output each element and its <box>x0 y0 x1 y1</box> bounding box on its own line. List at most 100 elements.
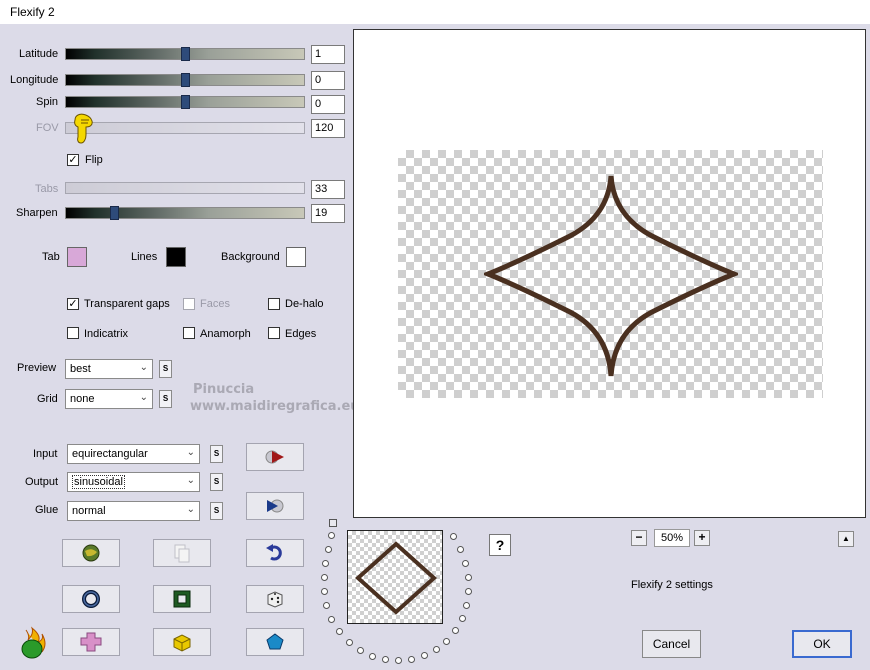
navigator-handle[interactable] <box>329 519 337 527</box>
navigator-dot[interactable] <box>465 574 472 581</box>
settings-label: Flexify 2 settings <box>631 579 713 591</box>
grid-label: Grid <box>37 393 58 405</box>
cross-button[interactable] <box>62 628 120 656</box>
navigator-dot[interactable] <box>463 602 470 609</box>
navigator-dot[interactable] <box>459 615 466 622</box>
spin-slider-thumb[interactable] <box>181 95 190 109</box>
edges-label: Edges <box>285 328 317 340</box>
grid-select[interactable]: none ⌄ <box>65 389 153 409</box>
scroll-up-button[interactable]: ▲ <box>838 531 854 547</box>
chevron-down-icon: ⌄ <box>186 504 195 515</box>
dice-button[interactable] <box>246 585 304 613</box>
navigator-dot[interactable] <box>328 532 335 539</box>
tab-color-swatch[interactable] <box>67 247 87 267</box>
convert-output-button[interactable] <box>246 492 304 520</box>
navigator-dot[interactable] <box>452 627 459 634</box>
help-button[interactable]: ? <box>489 534 511 556</box>
navigator-dot[interactable] <box>325 546 332 553</box>
pentagon-button[interactable] <box>246 628 304 656</box>
de-halo-checkbox[interactable] <box>268 298 280 310</box>
play-disc-icon <box>267 499 284 513</box>
navigator-dot[interactable] <box>465 588 472 595</box>
longitude-slider[interactable] <box>65 73 305 87</box>
watermark-name: Pinuccia <box>193 382 255 397</box>
frame-button[interactable] <box>153 585 211 613</box>
longitude-input[interactable]: 0 <box>311 71 345 90</box>
latitude-input[interactable]: 1 <box>311 45 345 64</box>
arrow-right-icon <box>265 450 284 464</box>
spin-input[interactable]: 0 <box>311 95 345 114</box>
lines-color-swatch[interactable] <box>166 247 186 267</box>
edges-checkbox[interactable] <box>268 327 280 339</box>
tabs-slider[interactable] <box>65 182 305 194</box>
fov-slider[interactable] <box>65 122 305 134</box>
sharpen-label: Sharpen <box>16 207 58 219</box>
output-s-button[interactable]: S <box>210 473 223 491</box>
cancel-button[interactable]: Cancel <box>642 630 701 658</box>
sharpen-input[interactable]: 19 <box>311 204 345 223</box>
navigator-dot[interactable] <box>382 656 389 663</box>
navigator-dot[interactable] <box>421 652 428 659</box>
longitude-slider-thumb[interactable] <box>181 73 190 87</box>
anamorph-checkbox[interactable] <box>183 327 195 339</box>
navigator-dot[interactable] <box>443 638 450 645</box>
output-select-value: sinusoidal <box>72 475 125 489</box>
zoom-in-button[interactable]: + <box>694 530 710 546</box>
fov-input[interactable]: 120 <box>311 119 345 138</box>
globe-button[interactable] <box>62 539 120 567</box>
navigator-dot[interactable] <box>336 628 343 635</box>
sharpen-slider[interactable] <box>65 206 305 220</box>
navigator-dot[interactable] <box>408 656 415 663</box>
copy-button[interactable] <box>153 539 211 567</box>
latitude-slider[interactable] <box>65 47 305 61</box>
navigator-dot[interactable] <box>433 646 440 653</box>
navigator-dot[interactable] <box>357 647 364 654</box>
navigator-dot[interactable] <box>321 574 328 581</box>
longitude-label: Longitude <box>10 74 59 86</box>
undo-button[interactable] <box>246 539 304 567</box>
tabs-label: Tabs <box>35 183 59 195</box>
navigator-dot[interactable] <box>323 602 330 609</box>
flaming-pear-logo-icon <box>21 626 46 659</box>
navigator-dot[interactable] <box>321 588 328 595</box>
tabs-input[interactable]: 33 <box>311 180 345 199</box>
navigator-dot[interactable] <box>395 657 402 664</box>
spin-slider[interactable] <box>65 95 305 109</box>
sharpen-slider-thumb[interactable] <box>110 206 119 220</box>
faces-checkbox[interactable] <box>183 298 195 310</box>
ring-button[interactable] <box>62 585 120 613</box>
glue-select[interactable]: normal ⌄ <box>67 501 200 521</box>
navigator-dot[interactable] <box>457 546 464 553</box>
navigator-dot[interactable] <box>322 560 329 567</box>
navigator-dot[interactable] <box>328 616 335 623</box>
navigator-dot[interactable] <box>346 639 353 646</box>
box-button[interactable] <box>153 628 211 656</box>
preview-canvas[interactable] <box>353 29 866 518</box>
preview-label: Preview <box>17 362 57 374</box>
preview-select[interactable]: best ⌄ <box>65 359 153 379</box>
thumbnail-preview[interactable] <box>347 530 443 624</box>
navigator-dot[interactable] <box>450 533 457 540</box>
input-select[interactable]: equirectangular ⌄ <box>67 444 200 464</box>
latitude-slider-thumb[interactable] <box>181 47 190 61</box>
grid-s-button[interactable]: S <box>159 390 172 408</box>
input-label: Input <box>33 448 58 460</box>
glue-s-button[interactable]: S <box>210 502 223 520</box>
output-select[interactable]: sinusoidal ⌄ <box>67 472 200 492</box>
flip-checkbox[interactable]: ✓ <box>67 154 79 166</box>
anamorph-label: Anamorph <box>200 328 251 340</box>
preview-s-button[interactable]: S <box>159 360 172 378</box>
ok-button[interactable]: OK <box>792 630 852 658</box>
preview-select-value: best <box>70 363 91 375</box>
indicatrix-checkbox[interactable] <box>67 327 79 339</box>
input-select-value: equirectangular <box>72 448 148 460</box>
convert-input-button[interactable] <box>246 443 304 471</box>
navigator-dot[interactable] <box>369 653 376 660</box>
zoom-out-button[interactable]: − <box>631 530 647 546</box>
navigator-dot[interactable] <box>462 560 469 567</box>
thumbnail-diamond <box>355 541 437 615</box>
transparent-gaps-checkbox[interactable]: ✓ <box>67 298 79 310</box>
flip-label: Flip <box>85 154 103 166</box>
background-color-swatch[interactable] <box>286 247 306 267</box>
input-s-button[interactable]: S <box>210 445 223 463</box>
